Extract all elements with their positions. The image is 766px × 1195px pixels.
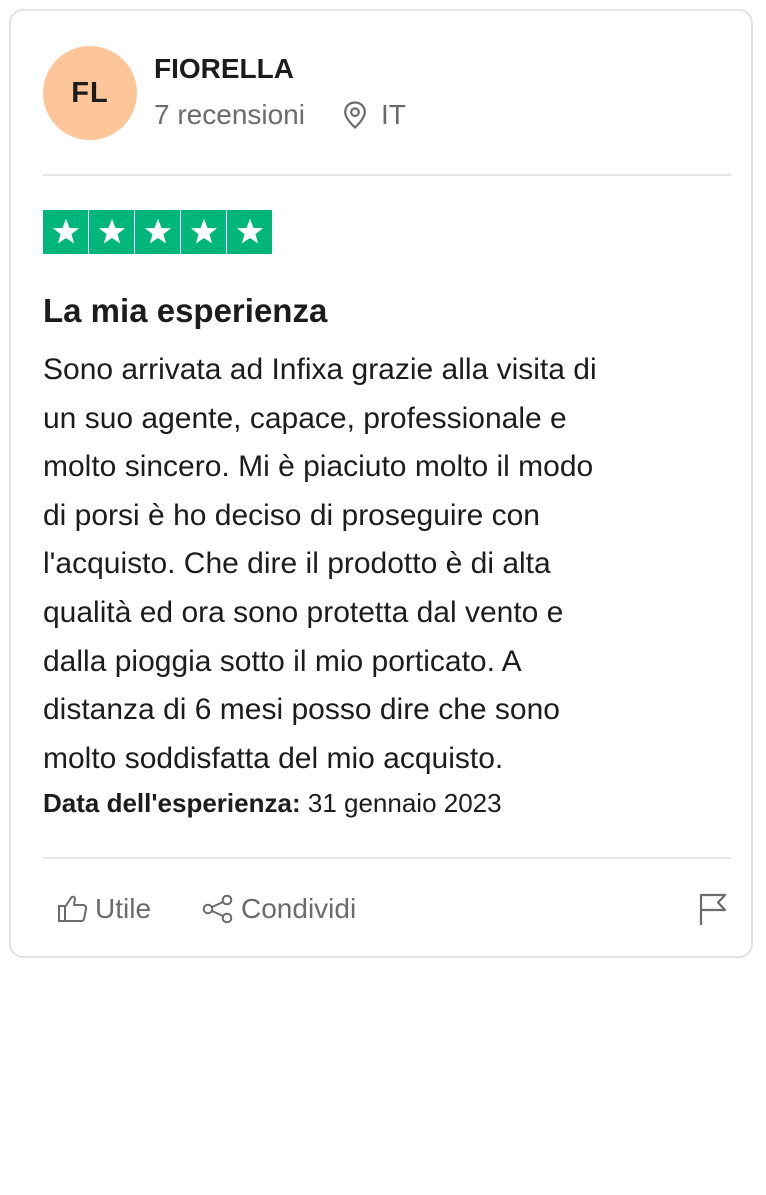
review-line: dalla pioggia sotto il mio porticato. A	[43, 644, 522, 678]
avatar-initials: FL	[71, 76, 109, 109]
review-line: un suo agente, capace, professionale e	[43, 401, 567, 435]
share-button[interactable]: Condividi	[201, 893, 356, 925]
review-count: 7 recensioni	[154, 99, 305, 130]
review-actions: Utile Condividi	[57, 893, 356, 925]
review-card: FL FIORELLA 7 recensioni IT La mia esper…	[9, 9, 753, 958]
useful-label: Utile	[95, 893, 152, 924]
share-label: Condividi	[241, 893, 357, 924]
review-line: l'acquisto. Che dire il prodotto è di al…	[43, 547, 551, 581]
flag-icon[interactable]	[697, 891, 729, 927]
review-body: Sono arrivata ad Infixa grazie alla visi…	[43, 346, 723, 783]
star-icon	[89, 210, 134, 254]
star-icon	[181, 210, 226, 254]
reviewer-meta: 7 recensioni IT	[154, 99, 406, 131]
avatar[interactable]: FL	[43, 46, 137, 140]
country-code: IT	[380, 99, 406, 130]
reviewer-name[interactable]: FIORELLA	[154, 53, 294, 85]
useful-button[interactable]: Utile	[57, 893, 151, 925]
thumbs-up-icon	[58, 895, 88, 922]
star-icon	[43, 210, 88, 254]
review-line: molto soddisfatta del mio acquisto.	[43, 741, 504, 775]
review-line: qualità ed ora sono protetta dal vento e	[43, 595, 564, 629]
star-icon	[135, 210, 180, 254]
share-icon	[202, 894, 233, 924]
review-title[interactable]: La mia esperienza	[43, 292, 327, 330]
footer-divider	[43, 857, 731, 859]
experience-date: Data dell'esperienza: 31 gennaio 2023	[43, 788, 502, 819]
review-line: di porsi è ho deciso di proseguire con	[43, 498, 540, 532]
reviewer-location: IT	[341, 99, 406, 131]
experience-date-value: 31 gennaio 2023	[307, 788, 502, 818]
review-line: distanza di 6 mesi posso dire che sono	[43, 693, 560, 727]
location-pin-icon	[344, 101, 366, 129]
experience-date-label: Data dell'esperienza:	[43, 788, 301, 818]
star-icon	[227, 210, 272, 254]
review-line: Sono arrivata ad Infixa grazie alla visi…	[43, 353, 597, 386]
header-divider	[43, 174, 731, 176]
star-rating	[43, 210, 273, 254]
review-line: molto sincero. Mi è piaciuto molto il mo…	[43, 450, 594, 484]
